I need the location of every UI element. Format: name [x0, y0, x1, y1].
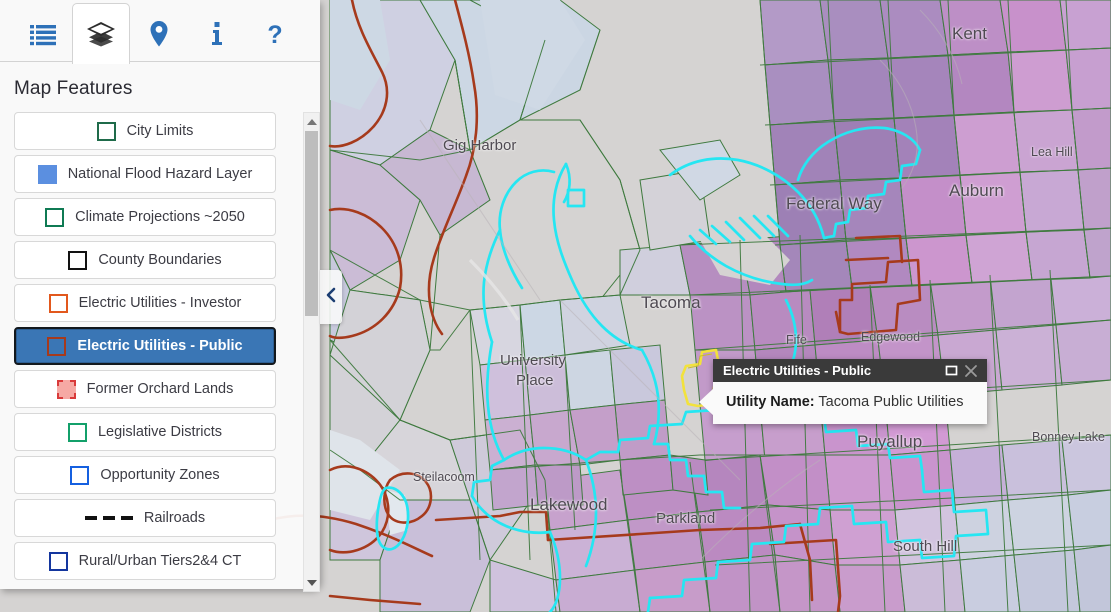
layer-item-label: Electric Utilities - Public — [77, 338, 243, 354]
layer-swatch-icon — [70, 465, 90, 485]
layer-item-label: Former Orchard Lands — [86, 381, 234, 397]
location-tab[interactable] — [130, 3, 188, 63]
layer-item-label: City Limits — [126, 123, 194, 139]
scroll-up-button[interactable] — [304, 113, 319, 130]
layer-item-former-orchard-lands[interactable]: Former Orchard Lands — [14, 370, 276, 408]
layer-item-label: Legislative Districts — [97, 424, 223, 440]
layer-swatch-icon — [56, 379, 76, 399]
chevron-left-icon — [325, 287, 337, 308]
layers-tab[interactable] — [72, 3, 130, 64]
map-application: Gig Harbor Tacoma Kent Auburn Lea Hill F… — [0, 0, 1111, 612]
layer-item-label: County Boundaries — [98, 252, 222, 268]
layer-list-scrollbar[interactable] — [303, 112, 320, 592]
layer-item-label: Electric Utilities - Investor — [78, 295, 242, 311]
map-features-panel: ? Map Features City Limits National Flood… — [0, 0, 320, 592]
layer-swatch-icon — [68, 250, 88, 270]
layer-swatch-icon — [45, 207, 65, 227]
layer-item-label: Rural/Urban Tiers2&4 CT — [78, 553, 242, 569]
layer-list-wrapper: City Limits National Flood Hazard Layer Cl… — [14, 112, 320, 592]
collapse-panel-button[interactable] — [320, 270, 342, 324]
popup-title: Electric Utilities - Public — [723, 363, 872, 378]
svg-text:?: ? — [267, 21, 282, 48]
popup-header: Electric Utilities - Public — [713, 359, 987, 382]
page-title: Map Features — [14, 78, 133, 99]
layer-swatch-icon — [67, 422, 87, 442]
layer-item-climate-projections-2050[interactable]: Climate Projections ~2050 — [14, 198, 276, 236]
scrollbar-thumb[interactable] — [305, 131, 318, 316]
feature-popup: Electric Utilities - Public Utility Name… — [699, 359, 987, 424]
map-pin-icon — [149, 20, 169, 48]
list-icon — [29, 22, 57, 46]
layer-item-opportunity-zones[interactable]: Opportunity Zones — [14, 456, 276, 494]
info-tab[interactable] — [188, 3, 246, 63]
layer-swatch-icon — [48, 551, 68, 571]
triangle-down-icon — [306, 579, 317, 586]
layer-item-county-boundaries[interactable]: County Boundaries — [14, 241, 276, 279]
maximize-icon[interactable] — [941, 361, 961, 381]
popup-pointer — [699, 388, 714, 416]
layer-swatch-icon — [37, 164, 57, 184]
popup-field-row: Utility Name: Tacoma Public Utilities — [726, 394, 974, 410]
layer-item-legislative-districts[interactable]: Legislative Districts — [14, 413, 276, 451]
layer-item-label: Opportunity Zones — [100, 467, 220, 483]
layer-item-electric-utilities-investor[interactable]: Electric Utilities - Investor — [14, 284, 276, 322]
info-icon — [210, 20, 224, 48]
scroll-down-button[interactable] — [304, 574, 319, 591]
triangle-up-icon — [306, 118, 317, 125]
layer-item-label: Railroads — [143, 510, 206, 526]
layer-item-label: Climate Projections ~2050 — [75, 209, 245, 225]
layer-item-electric-utilities-public[interactable]: Electric Utilities - Public — [14, 327, 276, 365]
layer-item-national-flood-hazard-layer[interactable]: National Flood Hazard Layer — [14, 155, 276, 193]
railroad-swatch-icon — [84, 509, 133, 528]
layer-item-rural-urban-tiers2-4-ct[interactable]: Rural/Urban Tiers2&4 CT — [14, 542, 276, 580]
help-tab[interactable]: ? — [246, 3, 304, 63]
legend-tab[interactable] — [14, 3, 72, 63]
close-icon[interactable] — [961, 361, 981, 381]
layer-list[interactable]: City Limits National Flood Hazard Layer Cl… — [14, 112, 276, 592]
layers-icon — [86, 21, 116, 47]
layer-swatch-icon — [48, 293, 68, 313]
layer-item-railroads[interactable]: Railroads — [14, 499, 276, 537]
layer-item-city-limits[interactable]: City Limits — [14, 112, 276, 150]
layer-swatch-icon — [47, 336, 67, 356]
popup-field-label: Utility Name: — [726, 394, 815, 410]
popup-body: Utility Name: Tacoma Public Utilities — [699, 382, 987, 424]
layer-item-label: National Flood Hazard Layer — [67, 166, 253, 182]
panel-tab-bar: ? — [0, 0, 320, 64]
layer-swatch-icon — [96, 121, 116, 141]
help-icon: ? — [265, 20, 285, 48]
popup-field-value: Tacoma Public Utilities — [818, 394, 964, 410]
